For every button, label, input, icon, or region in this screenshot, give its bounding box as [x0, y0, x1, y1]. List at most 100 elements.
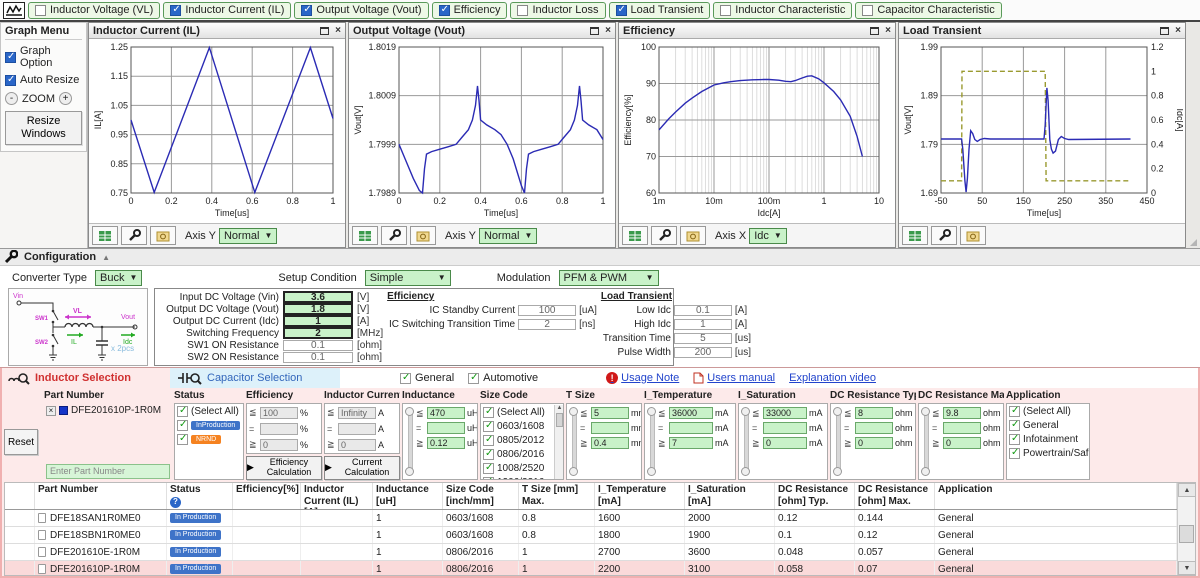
isat-min-field[interactable]: 0 — [763, 437, 807, 449]
sw1-resistance-field[interactable]: 0.1 — [283, 340, 353, 351]
close-icon[interactable]: × — [335, 26, 341, 36]
setup-condition-select[interactable]: Simple▼ — [365, 270, 451, 286]
reset-button[interactable]: Reset — [4, 429, 38, 455]
vin-field[interactable]: 3.6 — [283, 291, 353, 303]
tsize-max-field[interactable]: 5 — [591, 407, 629, 419]
range-slider[interactable] — [405, 405, 414, 478]
tab-inductor-voltage[interactable]: Inductor Voltage (VL) — [28, 2, 160, 19]
maximize-icon[interactable] — [870, 27, 879, 35]
auto-resize-checkbox[interactable] — [5, 75, 16, 86]
graph-tools-button[interactable] — [121, 226, 147, 245]
inductance-min-field[interactable]: 0.12 — [427, 437, 465, 449]
range-slider[interactable] — [741, 405, 750, 478]
efficiency-calculation-button[interactable]: ▶Efficiency Calculation — [246, 456, 322, 480]
vout-field[interactable]: 1.8 — [283, 303, 353, 315]
close-icon[interactable]: × — [605, 26, 611, 36]
close-icon[interactable]: × — [885, 26, 891, 36]
graph-tools-button[interactable] — [931, 226, 957, 245]
ic-standby-current-field[interactable]: 100 — [518, 305, 576, 316]
export-data-button[interactable] — [352, 226, 378, 245]
export-data-button[interactable] — [622, 226, 648, 245]
efficiency-max-field[interactable]: 100 — [260, 407, 298, 419]
tab-checkbox[interactable] — [517, 5, 528, 16]
zoom-in-button[interactable]: + — [59, 92, 72, 105]
isat-max-field[interactable]: 33000 — [763, 407, 807, 419]
scroll-thumb[interactable] — [1179, 525, 1194, 543]
graph-tools-button[interactable] — [651, 226, 677, 245]
part-number-input[interactable]: Enter Part Number — [46, 464, 170, 479]
current-max-field[interactable]: Infinity — [338, 407, 376, 419]
resize-windows-button[interactable]: Resize Windows — [5, 111, 82, 145]
modulation-select[interactable]: PFM & PWM▼ — [559, 270, 659, 286]
dcr-max-eq-field[interactable] — [943, 422, 981, 434]
save-image-button[interactable] — [410, 226, 436, 245]
high-idc-field[interactable]: 1 — [674, 319, 732, 330]
table-scrollbar[interactable]: ▲ ▼ — [1177, 483, 1195, 575]
efficiency-min-field[interactable]: 0 — [260, 439, 298, 451]
maximize-icon[interactable] — [320, 27, 329, 35]
size-code-scrollbar[interactable]: ▲▼ — [554, 405, 563, 480]
tsize-eq-field[interactable] — [591, 422, 629, 434]
axis-y-select[interactable]: Normal▼ — [219, 228, 277, 244]
usage-note-link[interactable]: !Usage Note — [606, 372, 679, 384]
dcr-typ-min-field[interactable]: 0 — [855, 437, 893, 449]
dcr-max-min-field[interactable]: 0 — [943, 437, 981, 449]
itemp-min-field[interactable]: 7 — [669, 437, 713, 449]
status-help-icon[interactable]: ? — [170, 497, 181, 508]
current-calculation-button[interactable]: ▶Current Calculation — [324, 456, 400, 480]
idc-field[interactable]: 1 — [283, 315, 353, 327]
range-slider[interactable] — [569, 405, 578, 478]
frequency-field[interactable]: 2 — [283, 327, 353, 339]
status-nrnd[interactable]: NRND — [177, 433, 241, 446]
scroll-down-icon[interactable]: ▼ — [1178, 561, 1196, 575]
isat-eq-field[interactable] — [763, 422, 807, 434]
current-min-field[interactable]: 0 — [338, 439, 376, 451]
table-row[interactable]: DFE201610E-1R0M In Production 1 0806/201… — [5, 544, 1177, 561]
range-slider[interactable] — [921, 405, 930, 478]
inductor-selection-tab[interactable]: Inductor Selection — [2, 368, 170, 388]
tab-inductor-characteristic[interactable]: Inductor Characteristic — [713, 2, 852, 19]
maximize-icon[interactable] — [590, 27, 599, 35]
status-select-all[interactable]: (Select All) — [177, 405, 241, 418]
table-row[interactable]: DFE18SAN1R0ME0 In Production 1 0603/1608… — [5, 510, 1177, 527]
maximize-icon[interactable] — [1160, 27, 1169, 35]
range-slider[interactable] — [833, 405, 842, 478]
efficiency-eq-field[interactable] — [260, 423, 298, 435]
tab-checkbox[interactable] — [301, 5, 312, 16]
scroll-up-icon[interactable]: ▲ — [1178, 483, 1196, 497]
tab-load-transient[interactable]: Load Transient — [609, 2, 711, 19]
dcr-typ-eq-field[interactable] — [855, 422, 893, 434]
automotive-filter[interactable]: Automotive — [468, 372, 538, 384]
save-image-button[interactable] — [680, 226, 706, 245]
zoom-out-button[interactable]: - — [5, 92, 18, 105]
remove-part-icon[interactable]: × — [46, 406, 56, 416]
close-icon[interactable]: × — [1175, 26, 1181, 36]
table-row[interactable]: DFE18SBN1R0ME0 In Production 1 0603/1608… — [5, 527, 1177, 544]
status-inproduction[interactable]: InProduction — [177, 419, 241, 432]
table-row[interactable]: DFE201610P-1R0M In Production 1 0806/201… — [5, 561, 1177, 575]
tab-checkbox[interactable] — [35, 5, 46, 16]
pulse-width-field[interactable]: 200 — [674, 347, 732, 358]
transition-time-field[interactable]: 5 — [674, 333, 732, 344]
current-eq-field[interactable] — [338, 423, 376, 435]
panel-resize-handle[interactable] — [1188, 22, 1198, 248]
graph-option-checkbox[interactable] — [5, 52, 16, 63]
save-image-button[interactable] — [150, 226, 176, 245]
tab-checkbox[interactable] — [170, 5, 181, 16]
save-image-button[interactable] — [960, 226, 986, 245]
dcr-max-max-field[interactable]: 9.8 — [943, 407, 981, 419]
collapse-icon[interactable]: ▲ — [102, 253, 110, 262]
low-idc-field[interactable]: 0.1 — [674, 305, 732, 316]
inductance-max-field[interactable]: 470 — [427, 407, 465, 419]
axis-x-select[interactable]: Idc▼ — [749, 228, 787, 244]
tab-checkbox[interactable] — [862, 5, 873, 16]
tsize-min-field[interactable]: 0.4 — [591, 437, 629, 449]
export-data-button[interactable] — [902, 226, 928, 245]
dcr-typ-max-field[interactable]: 8 — [855, 407, 893, 419]
itemp-eq-field[interactable] — [669, 422, 713, 434]
itemp-max-field[interactable]: 36000 — [669, 407, 713, 419]
tab-inductor-current[interactable]: Inductor Current (IL) — [163, 2, 291, 19]
export-data-button[interactable] — [92, 226, 118, 245]
axis-y-select[interactable]: Normal▼ — [479, 228, 537, 244]
tab-checkbox[interactable] — [439, 5, 450, 16]
